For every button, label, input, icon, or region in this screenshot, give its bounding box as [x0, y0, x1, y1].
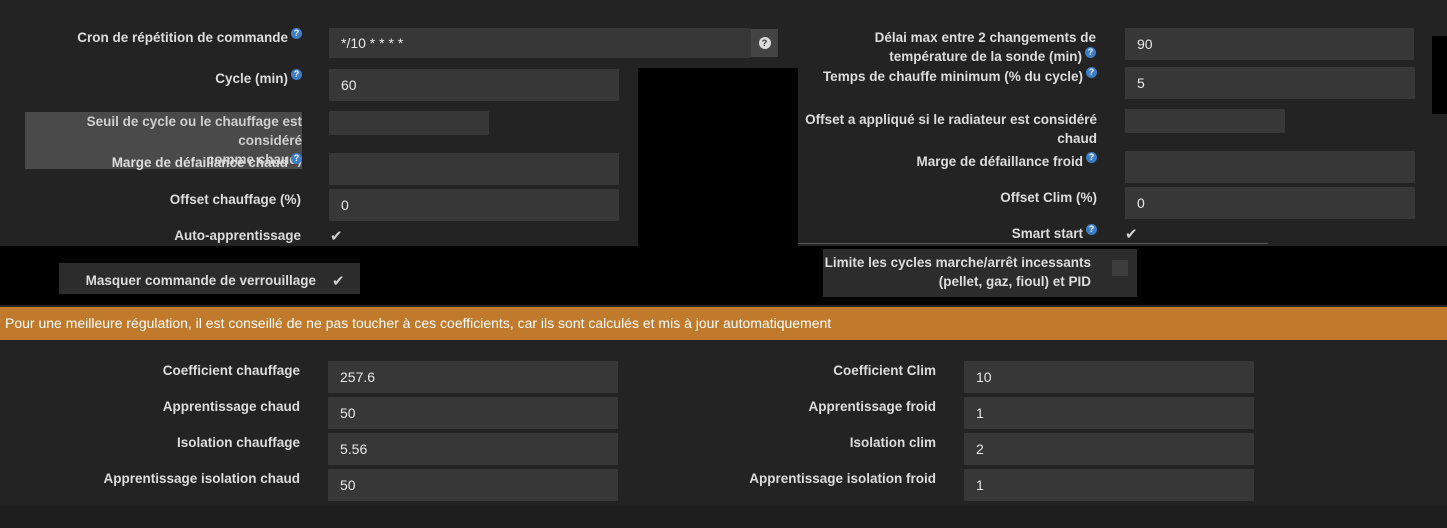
masquer-checkbox[interactable]: ✔ — [332, 272, 345, 290]
cron-input[interactable]: */10 * * * * — [329, 28, 751, 58]
iso-clim-input[interactable]: 2 — [964, 433, 1254, 465]
cron-help-button[interactable]: ? — [751, 29, 778, 57]
black-region-middle — [638, 68, 798, 246]
help-icon[interactable]: ? — [1086, 152, 1097, 163]
marge-chaud-label: Marge de défaillance chaud? — [40, 153, 302, 172]
offset-chauffage-input[interactable]: 0 — [329, 189, 619, 221]
coef-chauffage-label: Coefficient chauffage — [162, 363, 300, 378]
coef-clim-label: Coefficient Clim — [833, 363, 936, 378]
limite-label: Limite les cycles marche/arrêt incessant… — [824, 255, 1091, 289]
appr-chaud-input[interactable]: 50 — [328, 397, 618, 429]
help-icon[interactable]: ? — [1086, 67, 1097, 78]
appr-chaud-label: Apprentissage chaud — [162, 399, 300, 414]
marge-froid-input[interactable] — [1125, 151, 1415, 183]
iso-clim-label: Isolation clim — [849, 435, 936, 450]
iso-chauffage-input[interactable]: 5.56 — [328, 433, 618, 465]
appr-froid-label: Apprentissage froid — [808, 399, 936, 414]
question-icon: ? — [758, 37, 771, 49]
divider-line — [798, 243, 1268, 244]
cycle-input[interactable]: 60 — [329, 69, 619, 101]
smart-start-label: Smart start? — [800, 224, 1097, 243]
appr-iso-froid-input[interactable]: 1 — [964, 469, 1254, 501]
temps-chauffe-input[interactable]: 5 — [1125, 67, 1415, 99]
delai-input[interactable]: 90 — [1125, 28, 1414, 60]
coef-chauffage-input[interactable]: 257.6 — [328, 361, 618, 393]
offset-radiateur-input[interactable] — [1125, 109, 1285, 133]
auto-apprentissage-label: Auto-apprentissage — [174, 228, 301, 243]
appr-froid-input[interactable]: 1 — [964, 397, 1254, 429]
footer-band — [0, 506, 1447, 528]
auto-apprentissage-checkbox[interactable]: ✔ — [330, 227, 343, 245]
marge-froid-label: Marge de défaillance froid? — [800, 152, 1097, 171]
smart-start-checkbox[interactable]: ✔ — [1125, 225, 1138, 243]
help-icon[interactable]: ? — [1085, 47, 1096, 58]
limite-checkbox[interactable] — [1112, 260, 1128, 276]
offset-radiateur-label: Offset a appliqué si le radiateur est co… — [805, 112, 1097, 146]
offset-clim-input[interactable]: 0 — [1125, 187, 1415, 219]
help-icon[interactable]: ? — [1086, 224, 1097, 235]
offset-chauffage-label: Offset chauffage (%) — [169, 192, 301, 207]
help-icon[interactable]: ? — [291, 153, 302, 164]
help-icon[interactable]: ? — [291, 69, 302, 80]
seuil-input[interactable] — [329, 111, 489, 135]
warning-banner: Pour une meilleure régulation, il est co… — [0, 307, 1447, 340]
appr-iso-chaud-label: Apprentissage isolation chaud — [103, 471, 300, 486]
offset-clim-label: Offset Clim (%) — [1000, 190, 1097, 205]
cron-label: Cron de répétition de commande? — [40, 28, 302, 47]
coef-clim-input[interactable]: 10 — [964, 361, 1254, 393]
delai-label: Délai max entre 2 changements de tempéra… — [874, 30, 1096, 64]
appr-iso-froid-label: Apprentissage isolation froid — [749, 471, 936, 486]
appr-iso-chaud-input[interactable]: 50 — [328, 469, 618, 501]
cycle-label: Cycle (min)? — [40, 69, 302, 88]
marge-chaud-input[interactable] — [329, 153, 619, 185]
black-region-right — [1432, 36, 1447, 114]
help-icon[interactable]: ? — [291, 28, 302, 39]
iso-chauffage-label: Isolation chauffage — [176, 435, 300, 450]
masquer-label: Masquer commande de verrouillage — [85, 273, 316, 288]
temps-chauffe-label: Temps de chauffe minimum (% du cycle)? — [800, 67, 1097, 86]
